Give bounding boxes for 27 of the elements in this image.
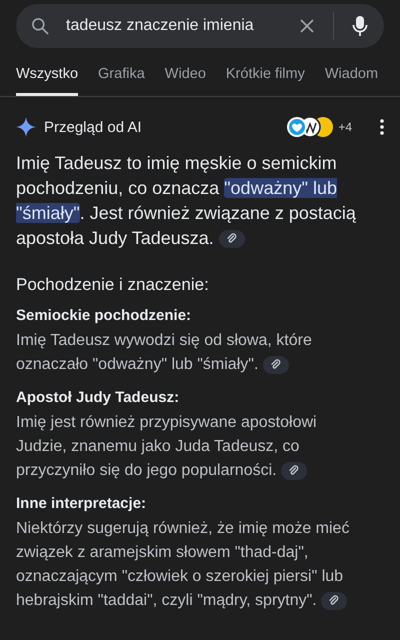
microphone-icon[interactable] [352,15,368,37]
close-icon[interactable] [299,18,315,34]
tab[interactable]: Grafika [98,60,145,96]
sparkle-icon [16,117,36,137]
search-bar[interactable]: tadeusz znaczenie imienia [16,4,384,48]
tab[interactable]: Wiadom [324,60,378,96]
ai-overview-title: Przegląd od AI [44,118,143,136]
more-sources-count[interactable]: +4 [338,120,352,134]
subsection-text: Imię jest również przypisywane apostołowi Judzie, znanemu jako Juda Tadeusz, co przyczyniło się do jego popularności. [16,413,318,482]
link-icon[interactable] [262,356,289,374]
link-icon[interactable] [218,230,245,248]
subsection-title: Semiockie pochodzenie: [16,306,192,326]
overview-paragraph: Imię Tadeusz to imię męskie o semickim pochodzeniu, co oznacza "odważny" lub "śmiały". Jest również związane z postacią apostoła Judy Tadeusza. [16,152,357,250]
subsection-text: Imię Tadeusz wywodzi się od słowa, które oznaczało "odważny" lub "śmiały". [16,331,313,376]
subsection-title: Apostoł Judy Tadeusz: [16,388,180,408]
search-field[interactable]: tadeusz znaczenie imienia [60,17,289,35]
tab[interactable]: Wszystko [16,60,78,96]
link-icon[interactable] [321,592,348,610]
link-icon[interactable] [281,462,308,480]
more-options-icon[interactable] [380,119,384,135]
subsection-text: Niektórzy sugerują również, że imię może mieć związek z aramejskim słowem "thad-daj", oznaczającym "człowiek o szerokiej piersi" lub hebrajskim "taddai", czyli "mądry, sprytny". [16,519,350,612]
section-heading: Pochodzenie i znaczenie: [16,275,210,295]
tab[interactable]: Krótkie filmy [226,60,305,96]
search-icon [30,16,50,36]
tab[interactable]: Wideo [164,60,206,96]
subsection-title: Inne interpretacje: [16,494,148,514]
source-icons-drawing[interactable] [286,116,334,138]
